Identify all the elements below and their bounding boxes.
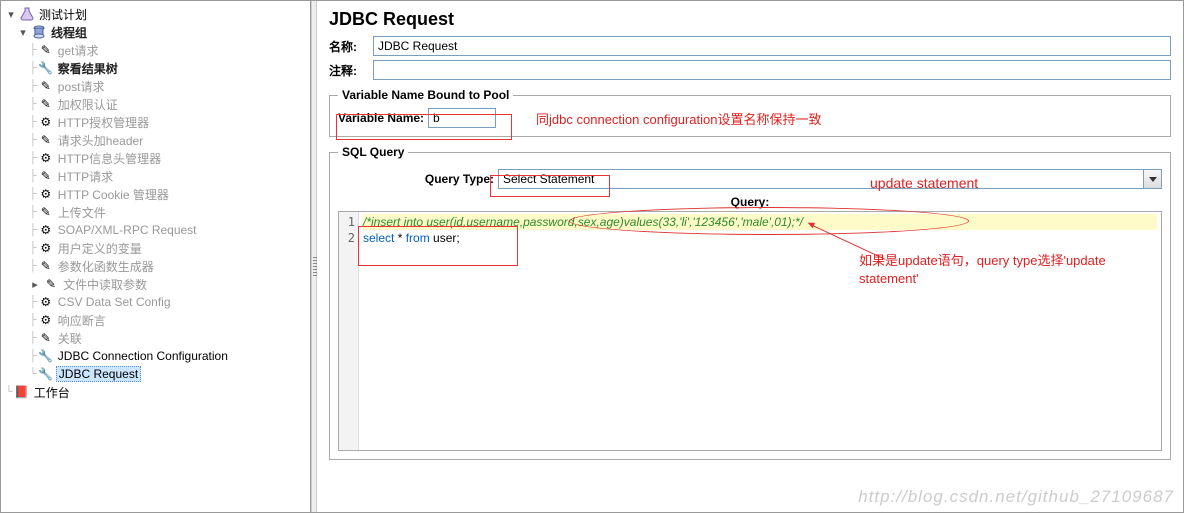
- tree-item-selected[interactable]: └🔧JDBC Request: [5, 365, 310, 383]
- toggle-icon[interactable]: ▾: [17, 26, 29, 39]
- code-kw: from: [406, 231, 430, 245]
- tree-item[interactable]: ├⚙SOAP/XML-RPC Request: [5, 221, 310, 239]
- query-type-value: Select Statement: [499, 172, 1143, 186]
- gear-icon: ⚙: [38, 222, 54, 238]
- pencil-icon: ✎: [38, 96, 54, 112]
- main-panel: JDBC Request 名称: 注释: Variable Name Bound…: [317, 1, 1183, 512]
- gear-icon: ⚙: [38, 114, 54, 130]
- annotation-update: update statement: [870, 175, 978, 191]
- pencil-icon: ✎: [38, 42, 54, 58]
- annotation-var: 同jdbc connection configuration设置名称保持一致: [536, 109, 821, 128]
- tree-item[interactable]: ├🔧察看结果树: [5, 59, 310, 77]
- tree-item[interactable]: ├✎请求头加header: [5, 131, 310, 149]
- spool-icon: [31, 24, 47, 40]
- tree-item[interactable]: ▸✎文件中读取参数: [5, 275, 310, 293]
- tree-item[interactable]: ├⚙HTTP信息头管理器: [5, 149, 310, 167]
- gear-icon: ⚙: [38, 294, 54, 310]
- wrench-icon: 🔧: [38, 60, 54, 76]
- var-label: Variable Name:: [338, 111, 424, 125]
- chevron-down-icon: [1143, 170, 1161, 188]
- toggle-icon[interactable]: ▾: [5, 8, 17, 21]
- tree-item[interactable]: ├✎HTTP请求: [5, 167, 310, 185]
- pencil-icon: ✎: [43, 276, 59, 292]
- tree-item[interactable]: ├✎get请求: [5, 41, 310, 59]
- var-fieldset: Variable Name Bound to Pool Variable Nam…: [329, 88, 1171, 137]
- gear-icon: ⚙: [38, 240, 54, 256]
- pencil-icon: ✎: [38, 168, 54, 184]
- name-input[interactable]: [373, 36, 1171, 56]
- code-line: /*insert into user(id,username,password,…: [363, 215, 803, 229]
- tree-item[interactable]: ├⚙用户定义的变量: [5, 239, 310, 257]
- gear-icon: ⚙: [38, 150, 54, 166]
- tree-label: 线程组: [49, 24, 89, 41]
- tree-item[interactable]: ├✎关联: [5, 329, 310, 347]
- tree-workbench[interactable]: └📕工作台: [5, 383, 310, 401]
- tree-item[interactable]: ├⚙HTTP授权管理器: [5, 113, 310, 131]
- wrench-icon: 🔧: [38, 348, 54, 364]
- code-kw: select: [363, 231, 394, 245]
- tree-item[interactable]: ├✎参数化函数生成器: [5, 257, 310, 275]
- comment-input[interactable]: [373, 60, 1171, 80]
- tree-item[interactable]: ├⚙响应断言: [5, 311, 310, 329]
- query-label: Query:: [338, 195, 1162, 209]
- page-title: JDBC Request: [329, 9, 1171, 30]
- var-legend: Variable Name Bound to Pool: [338, 88, 513, 102]
- comment-row: 注释:: [329, 60, 1171, 80]
- query-type-select[interactable]: Select Statement: [498, 169, 1162, 189]
- comment-label: 注释:: [329, 62, 373, 79]
- toggle-icon[interactable]: ▸: [29, 278, 41, 291]
- gear-icon: ⚙: [38, 312, 54, 328]
- tree-item[interactable]: ├✎上传文件: [5, 203, 310, 221]
- tree-item[interactable]: ├🔧JDBC Connection Configuration: [5, 347, 310, 365]
- code-editor[interactable]: 12 /*insert into user(id,username,passwo…: [338, 211, 1162, 451]
- name-row: 名称:: [329, 36, 1171, 56]
- flask-icon: [19, 6, 35, 22]
- book-icon: 📕: [14, 384, 30, 400]
- pencil-icon: ✎: [38, 258, 54, 274]
- pencil-icon: ✎: [38, 330, 54, 346]
- tree-root[interactable]: ▾ 测试计划: [5, 5, 310, 23]
- var-input[interactable]: [428, 108, 496, 128]
- sql-legend: SQL Query: [338, 145, 408, 159]
- tree-item[interactable]: ├⚙CSV Data Set Config: [5, 293, 310, 311]
- pencil-icon: ✎: [38, 78, 54, 94]
- name-label: 名称:: [329, 38, 373, 55]
- gear-icon: ⚙: [38, 186, 54, 202]
- sql-fieldset: SQL Query Query Type: Select Statement u…: [329, 145, 1171, 460]
- tree-label: 测试计划: [37, 6, 89, 23]
- pencil-icon: ✎: [38, 204, 54, 220]
- annotation-explain: 如果是update语句，query type选择'update statemen…: [859, 252, 1159, 288]
- code-area[interactable]: /*insert into user(id,username,password,…: [359, 212, 1161, 450]
- tree-item[interactable]: ├✎post请求: [5, 77, 310, 95]
- tree-item[interactable]: ├✎加权限认证: [5, 95, 310, 113]
- gutter: 12: [339, 212, 359, 450]
- pencil-icon: ✎: [38, 132, 54, 148]
- wrench-icon: 🔧: [38, 366, 54, 382]
- query-type-label: Query Type:: [338, 172, 498, 186]
- tree-sidebar: ▾ 测试计划 ▾ 线程组 ├✎get请求 ├🔧察看结果树 ├✎post请求 ├✎加权…: [1, 1, 311, 512]
- tree-thread-group[interactable]: ▾ 线程组: [5, 23, 310, 41]
- tree-item[interactable]: ├⚙HTTP Cookie 管理器: [5, 185, 310, 203]
